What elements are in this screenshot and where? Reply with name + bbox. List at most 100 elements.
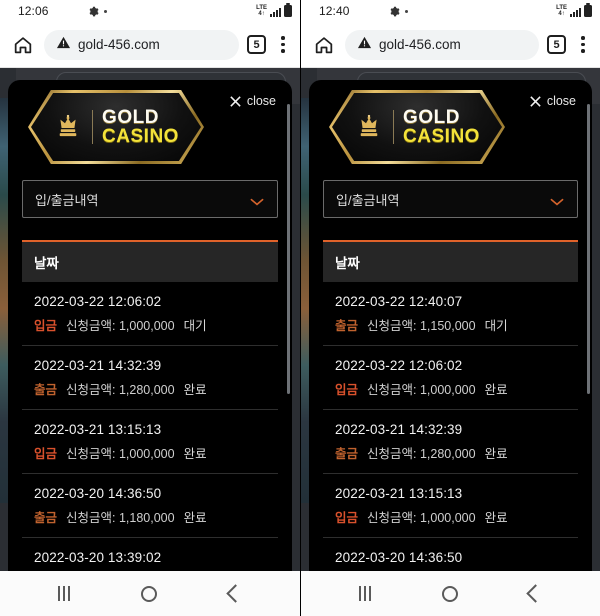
- gear-icon: [389, 6, 400, 17]
- table-header-row: 날짜: [22, 242, 278, 282]
- url-bar[interactable]: gold-456.com: [345, 29, 539, 60]
- row-datetime: 2022-03-21 14:32:39: [34, 358, 162, 373]
- url-bar[interactable]: gold-456.com: [44, 29, 239, 60]
- chevron-down-icon: [549, 194, 565, 206]
- back-icon[interactable]: [226, 584, 245, 603]
- table-row[interactable]: 2022-03-20 14:36:50출금신청금액: 1,180,000완료: [323, 538, 578, 571]
- table-body: 2022-03-22 12:40:07 출금 신청금액: 1,150,000 대기 20…: [323, 282, 578, 571]
- row-datetime: 2022-03-22 12:06:02: [34, 294, 162, 309]
- row-detail-line: 입금 신청금액: 1,000,000 대기: [34, 315, 266, 334]
- home-icon[interactable]: [311, 32, 337, 58]
- table-row[interactable]: 2022-03-22 12:40:07 출금 신청금액: 1,150,000 대기: [323, 282, 578, 346]
- browser-toolbar: gold-456.com 5: [0, 22, 300, 68]
- row-datetime: 2022-03-21 13:15:13: [335, 486, 463, 501]
- column-header-date: 날짜: [34, 256, 59, 271]
- close-icon: [529, 95, 542, 108]
- home-icon[interactable]: [441, 585, 458, 602]
- row-transaction-type: 입금: [335, 383, 359, 397]
- close-button[interactable]: close: [229, 94, 276, 108]
- row-transaction-type: 출금: [335, 447, 359, 461]
- row-amount: 신청금액: 1,150,000: [367, 319, 476, 333]
- logo-line-1: GOLD: [102, 106, 159, 128]
- table-header-row: 날짜: [323, 242, 578, 282]
- kebab-menu-icon[interactable]: [274, 36, 292, 53]
- network-sublabel: 4↑: [258, 11, 265, 17]
- gold-casino-logo: GOLD CASINO: [329, 90, 505, 164]
- logo-divider: [92, 110, 94, 144]
- status-icon-1: [357, 6, 368, 17]
- select-value: 입/출금내역: [336, 192, 400, 208]
- row-status: 완료: [183, 447, 207, 461]
- row-detail-line: 입금 신청금액: 1,000,000 완료: [335, 379, 566, 398]
- battery-icon: [284, 3, 292, 17]
- row-transaction-type: 출금: [34, 511, 58, 525]
- signal-bars-icon: [570, 6, 581, 17]
- transaction-history-modal: GOLD CASINO close 입/출금내역 날짜 2022-03-22 1…: [309, 80, 592, 571]
- status-icon-2: [72, 6, 83, 17]
- modal-scrollbar[interactable]: [287, 104, 290, 394]
- warning-triangle-icon: [56, 35, 71, 55]
- table-row[interactable]: 2022-03-21 13:15:13 입금 신청금액: 1,000,000 완료: [323, 474, 578, 538]
- kebab-menu-icon[interactable]: [574, 36, 592, 53]
- row-amount: 신청금액: 1,000,000: [66, 447, 175, 461]
- table-row[interactable]: 2022-03-21 14:32:39 출금 신청금액: 1,280,000 완료: [323, 410, 578, 474]
- system-navigation-bar: [301, 571, 600, 616]
- signal-bars-icon: [270, 6, 281, 17]
- column-header-date: 날짜: [335, 256, 360, 271]
- row-status: 완료: [183, 511, 207, 525]
- phone-panel-right: 12:40 LTE 4↑ gold-456.com 5 GOLD CASINO …: [300, 0, 600, 616]
- row-status: 대기: [484, 319, 508, 333]
- row-status: 완료: [484, 511, 508, 525]
- network-type-icon: LTE 4↑: [256, 5, 267, 17]
- table-row[interactable]: 2022-03-22 12:06:02 입금 신청금액: 1,000,000 완료: [323, 346, 578, 410]
- row-datetime: 2022-03-21 14:32:39: [335, 422, 463, 437]
- back-icon[interactable]: [526, 584, 546, 603]
- table-row[interactable]: 2022-03-21 13:15:13 입금 신청금액: 1,000,000 완료: [22, 410, 278, 474]
- home-icon[interactable]: [141, 585, 158, 602]
- recents-icon[interactable]: [358, 586, 371, 601]
- table-row[interactable]: 2022-03-21 14:32:39 출금 신청금액: 1,280,000 완료: [22, 346, 278, 410]
- close-label: close: [546, 94, 576, 108]
- row-amount: 신청금액: 1,000,000: [367, 383, 476, 397]
- select-value: 입/출금내역: [35, 192, 99, 208]
- row-amount: 신청금액: 1,000,000: [367, 511, 476, 525]
- status-icon-group: [56, 6, 107, 17]
- logo-line-2: CASINO: [403, 126, 480, 147]
- crown-icon: [53, 114, 83, 140]
- network-type-icon: LTE 4↑: [556, 5, 567, 17]
- logo-line-1: GOLD: [403, 106, 460, 128]
- warning-triangle-icon: [357, 35, 372, 55]
- modal-scrollbar[interactable]: [587, 104, 590, 394]
- status-icon-2: [373, 6, 384, 17]
- logo-divider: [393, 110, 395, 144]
- row-amount: 신청금액: 1,280,000: [367, 447, 476, 461]
- chevron-down-icon: [249, 194, 265, 206]
- row-datetime: 2022-03-20 14:36:50: [335, 550, 463, 565]
- row-detail-line: 출금 신청금액: 1,280,000 완료: [335, 443, 566, 462]
- home-icon[interactable]: [10, 32, 36, 58]
- status-dot-icon: [103, 9, 107, 13]
- recents-icon[interactable]: [57, 586, 70, 601]
- close-icon: [229, 95, 242, 108]
- row-detail-line: 출금 신청금액: 1,150,000 대기: [335, 315, 566, 334]
- table-row[interactable]: 2022-03-22 12:06:02 입금 신청금액: 1,000,000 대기: [22, 282, 278, 346]
- status-bar: 12:06 LTE 4↑: [0, 0, 300, 22]
- logo-text: GOLD CASINO: [403, 106, 480, 147]
- close-button[interactable]: close: [529, 94, 576, 108]
- row-amount: 신청금액: 1,000,000: [66, 319, 175, 333]
- url-text: gold-456.com: [78, 37, 160, 52]
- transaction-history-modal: GOLD CASINO close 입/출금내역 날짜 2022-03-22 1…: [8, 80, 292, 571]
- row-datetime: 2022-03-22 12:40:07: [335, 294, 463, 309]
- status-clock: 12:40: [319, 4, 350, 18]
- close-label: close: [246, 94, 276, 108]
- table-row[interactable]: 2022-03-20 13:39:02입금신청금액: 800,000완료: [22, 538, 278, 571]
- row-detail-line: 입금 신청금액: 1,000,000 완료: [34, 443, 266, 462]
- tab-count-button[interactable]: 5: [547, 35, 566, 54]
- history-type-select[interactable]: 입/출금내역: [22, 180, 278, 218]
- history-type-select[interactable]: 입/출금내역: [323, 180, 578, 218]
- row-transaction-type: 입금: [34, 447, 58, 461]
- transaction-table: 날짜 2022-03-22 12:40:07 출금 신청금액: 1,150,000 대…: [323, 240, 578, 571]
- tab-count-button[interactable]: 5: [247, 35, 266, 54]
- table-row[interactable]: 2022-03-20 14:36:50출금신청금액: 1,180,000완료: [22, 474, 278, 538]
- network-sublabel: 4↑: [558, 11, 565, 17]
